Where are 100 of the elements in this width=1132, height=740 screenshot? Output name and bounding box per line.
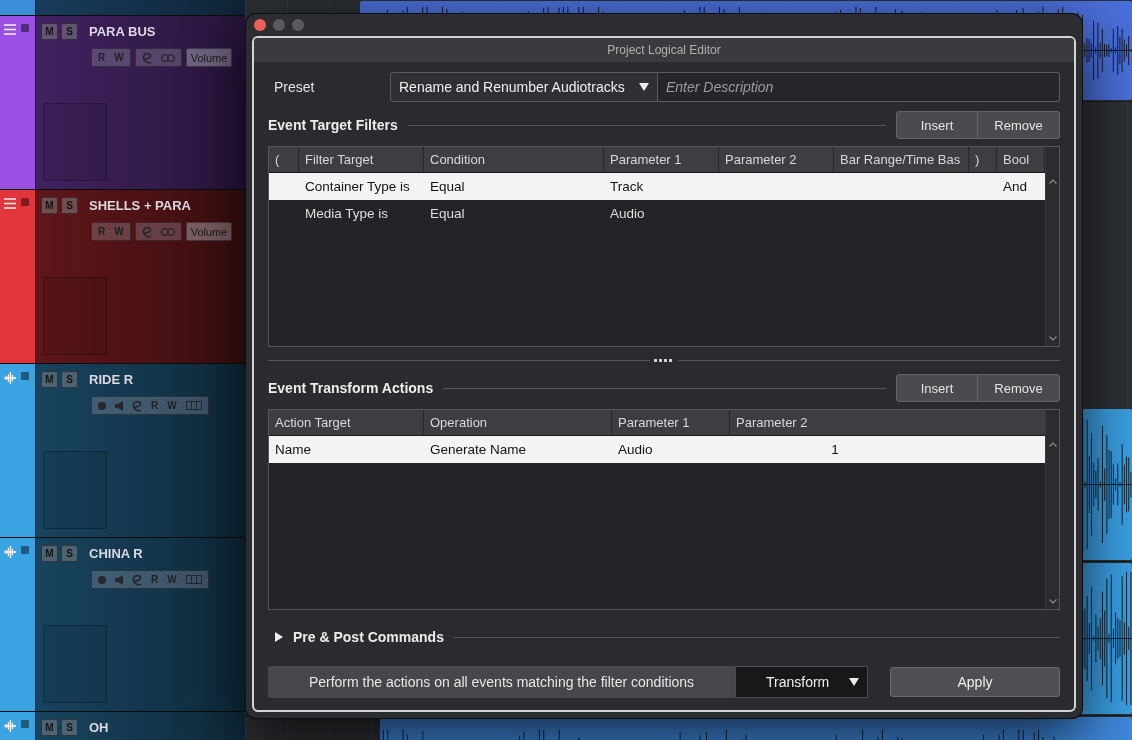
description-field[interactable]: Enter Description (658, 72, 1060, 102)
column-header: Condition (424, 147, 604, 172)
column-header: Parameter 1 (612, 410, 730, 435)
column-header: Action Target (269, 410, 424, 435)
stacked-lines-icon (4, 24, 16, 35)
preset-dropdown[interactable]: Rename and Renumber Audiotracks (390, 72, 658, 102)
solo-button[interactable]: S (61, 22, 78, 40)
track-name: PARA BUS (89, 23, 156, 39)
table-cell-text: Container Type is (304, 178, 411, 196)
track-header[interactable]: M S RIDE R R W (35, 364, 245, 537)
stacked-lines-icon (4, 198, 16, 209)
section-heading: Event Target Filters (268, 117, 398, 133)
table-cell-text: Name (274, 441, 312, 459)
column-header: Operation (424, 410, 612, 435)
track-header[interactable]: M S OH (35, 712, 245, 740)
toggle-button[interactable]: W (114, 52, 124, 63)
caret-icon (639, 83, 649, 91)
mute-button[interactable]: M (41, 370, 58, 388)
chevron-down-icon[interactable] (1048, 599, 1057, 604)
column-header: Parameter 2 (719, 147, 834, 172)
section-heading: Event Transform Actions (268, 380, 434, 396)
chevron-up-icon[interactable] (1048, 442, 1057, 447)
table-cell-text: Track (609, 178, 645, 196)
scrollbar[interactable] (1045, 410, 1059, 609)
track-name: SHELLS + PARA (89, 197, 191, 213)
linked-rings-icon[interactable] (160, 53, 175, 62)
table-cell-text: And (1002, 178, 1029, 196)
splitter-handle[interactable] (654, 358, 674, 362)
linked-rings-icon[interactable] (160, 227, 175, 236)
square-icon[interactable] (21, 198, 29, 206)
table-cell-text: Audio (617, 441, 654, 459)
insert-button[interactable]: Insert (896, 111, 978, 139)
parameter-field[interactable]: Volume (185, 48, 233, 67)
column-header: Parameter 1 (604, 147, 719, 172)
insert-button[interactable]: Insert (896, 374, 978, 402)
square-icon[interactable] (21, 546, 29, 554)
mode-dropdown[interactable]: Transform (735, 666, 868, 698)
mute-button[interactable]: M (41, 718, 58, 736)
columns-icon[interactable] (185, 401, 202, 410)
disclosure-triangle-icon[interactable] (274, 632, 284, 642)
track-header[interactable]: M S CHINA R R W (35, 538, 245, 711)
window-title: Project Logical Editor (607, 43, 721, 57)
remove-button[interactable]: Remove (978, 111, 1060, 139)
parameter-field[interactable]: Volume (185, 222, 233, 241)
track-header[interactable]: M S PARA BUS R W Volume (35, 16, 245, 189)
swirl-icon[interactable] (132, 573, 142, 586)
column-header: ) (969, 147, 997, 172)
chevron-up-icon[interactable] (1048, 179, 1057, 184)
column-header: Filter Target (299, 147, 424, 172)
column-header: Parameter 2 (735, 414, 809, 432)
speaker-icon[interactable] (115, 574, 123, 585)
solo-button[interactable]: S (61, 718, 78, 736)
waveform-icon (4, 372, 16, 384)
table-cell-text: Generate Name (429, 441, 528, 459)
table-cell-text: Media Type is (304, 205, 390, 223)
column-header: ( (269, 147, 299, 172)
swirl-icon[interactable] (141, 225, 152, 238)
table-cell-text: Equal (429, 178, 466, 196)
solo-button[interactable]: S (61, 544, 78, 562)
column-header: Bar Range/Time Bas (834, 147, 969, 172)
mute-button[interactable]: M (41, 22, 58, 40)
track-name: OH (89, 719, 109, 735)
scrollbar[interactable] (1045, 147, 1059, 346)
track-name: CHINA R (89, 545, 143, 561)
action-caption: Perform the actions on all events matching the filter conditions (268, 666, 735, 698)
square-icon[interactable] (21, 372, 29, 380)
table-row[interactable]: Name Generate Name Audio 1 (269, 436, 1045, 463)
waveform-icon (4, 546, 16, 558)
chevron-down-icon[interactable] (1048, 336, 1057, 341)
mute-button[interactable]: M (41, 196, 58, 214)
remove-button[interactable]: Remove (978, 374, 1060, 402)
record-icon[interactable] (98, 575, 106, 584)
table-row[interactable]: Container Type is Equal Track And (269, 173, 1045, 200)
toggle-button[interactable]: R (151, 400, 159, 411)
toggle-button[interactable]: W (167, 400, 177, 411)
toggle-button[interactable]: R (98, 52, 106, 63)
table-cell-text: 1 (830, 441, 840, 459)
swirl-icon[interactable] (132, 399, 142, 412)
apply-button[interactable]: Apply (890, 667, 1060, 697)
disclosure-button[interactable]: Pre & Post Commands (268, 629, 444, 645)
square-icon[interactable] (21, 24, 29, 32)
square-icon[interactable] (21, 720, 29, 728)
table-cell-text: Equal (429, 205, 466, 223)
swirl-icon[interactable] (141, 51, 152, 64)
toggle-button[interactable]: R (151, 574, 159, 585)
mute-button[interactable]: M (41, 544, 58, 562)
speaker-icon[interactable] (115, 400, 123, 411)
toggle-button[interactable]: R (98, 226, 106, 237)
table-row[interactable]: Media Type is Equal Audio (269, 200, 1045, 227)
table-cell-text: Audio (609, 205, 646, 223)
toggle-button[interactable]: W (167, 574, 177, 585)
columns-icon[interactable] (185, 575, 202, 584)
solo-button[interactable]: S (61, 196, 78, 214)
solo-button[interactable]: S (61, 370, 78, 388)
close-button[interactable] (254, 19, 266, 31)
track-header[interactable]: M S SHELLS + PARA R W Volume (35, 190, 245, 363)
toggle-button[interactable]: W (114, 226, 124, 237)
waveform-icon (4, 720, 16, 732)
preset-label: Preset (273, 79, 316, 95)
record-icon[interactable] (98, 401, 106, 410)
